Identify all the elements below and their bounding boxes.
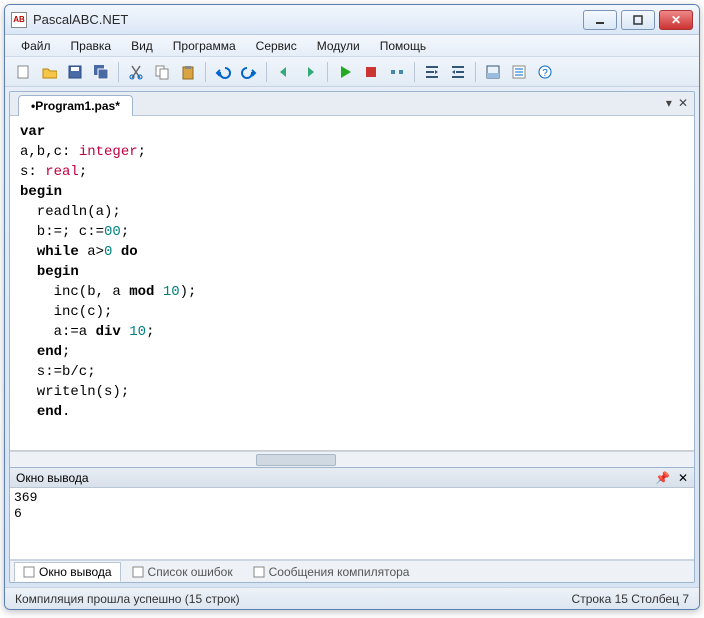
nav-back-button[interactable] xyxy=(272,60,296,84)
indent-left-button[interactable] xyxy=(420,60,444,84)
paste-button[interactable] xyxy=(176,60,200,84)
toolbar-separator xyxy=(475,62,476,82)
bottom-tabbar: Окно вывода Список ошибок Сообщения компил… xyxy=(10,560,694,582)
redo-icon xyxy=(241,64,257,80)
copy-icon xyxy=(154,64,170,80)
indent-right-button[interactable] xyxy=(446,60,470,84)
client-area: •Program1.pas* ▾ ✕ var a,b,c: integer; s… xyxy=(9,91,695,583)
nav-fwd-icon xyxy=(302,64,318,80)
toolbar-separator xyxy=(205,62,206,82)
save-icon xyxy=(67,64,83,80)
menu-помощь[interactable]: Помощь xyxy=(372,37,434,55)
tab-close-icon[interactable]: ✕ xyxy=(678,96,688,110)
minimize-button[interactable] xyxy=(583,10,617,30)
tab-icon xyxy=(23,566,35,578)
toolbar-separator xyxy=(118,62,119,82)
statusbar: Компиляция прошла успешно (15 строк) Стр… xyxy=(5,587,699,609)
undo-button[interactable] xyxy=(211,60,235,84)
close-button[interactable]: ✕ xyxy=(659,10,693,30)
menu-сервис[interactable]: Сервис xyxy=(248,37,305,55)
nav-back-icon xyxy=(276,64,292,80)
svg-text:?: ? xyxy=(542,68,548,79)
status-left: Компиляция прошла успешно (15 строк) xyxy=(15,592,240,606)
save-all-icon xyxy=(93,64,109,80)
new-file-button[interactable] xyxy=(11,60,35,84)
bottom-tab-сообщения-компилятора[interactable]: Сообщения компилятора xyxy=(244,562,419,582)
tab-dropdown-icon[interactable]: ▾ xyxy=(666,96,672,110)
stop-button[interactable] xyxy=(359,60,383,84)
tab-icon xyxy=(253,566,265,578)
menu-программа[interactable]: Программа xyxy=(165,37,244,55)
step-icon xyxy=(389,64,405,80)
run-button[interactable] xyxy=(333,60,357,84)
window-title: PascalABC.NET xyxy=(33,12,583,27)
editor-tabbar: •Program1.pas* ▾ ✕ xyxy=(10,92,694,116)
status-right: Строка 15 Столбец 7 xyxy=(572,592,689,606)
props-icon xyxy=(511,64,527,80)
indent-right-icon xyxy=(450,64,466,80)
redo-button[interactable] xyxy=(237,60,261,84)
nav-fwd-button[interactable] xyxy=(298,60,322,84)
horizontal-scrollbar[interactable] xyxy=(10,451,694,467)
toolbar: ? xyxy=(5,57,699,87)
toolbar-separator xyxy=(266,62,267,82)
tab-label: Список ошибок xyxy=(148,565,233,579)
toolbar-separator xyxy=(327,62,328,82)
pin-icon[interactable]: 📌 xyxy=(655,471,670,485)
output-body[interactable]: 369 6 xyxy=(10,488,694,560)
output-panel: Окно вывода 📌 ✕ 369 6 Окно вывода Список … xyxy=(10,467,694,582)
menubar: ФайлПравкаВидПрограммаСервисМодулиПомощь xyxy=(5,35,699,57)
output-header: Окно вывода 📌 ✕ xyxy=(10,468,694,488)
tab-label: Сообщения компилятора xyxy=(269,565,410,579)
menu-правка[interactable]: Правка xyxy=(63,37,120,55)
menu-вид[interactable]: Вид xyxy=(123,37,161,55)
new-file-icon xyxy=(15,64,31,80)
paste-icon xyxy=(180,64,196,80)
open-file-button[interactable] xyxy=(37,60,61,84)
output-title: Окно вывода xyxy=(16,471,655,485)
save-all-button[interactable] xyxy=(89,60,113,84)
save-button[interactable] xyxy=(63,60,87,84)
help-button[interactable]: ? xyxy=(533,60,557,84)
step-button[interactable] xyxy=(385,60,409,84)
bottom-tab-список-ошибок[interactable]: Список ошибок xyxy=(123,562,242,582)
toggle-panel-icon xyxy=(485,64,501,80)
props-button[interactable] xyxy=(507,60,531,84)
stop-icon xyxy=(363,64,379,80)
run-icon xyxy=(337,64,353,80)
toolbar-separator xyxy=(414,62,415,82)
bottom-tab-окно-вывода[interactable]: Окно вывода xyxy=(14,562,121,582)
app-icon: AB xyxy=(11,12,27,28)
toggle-panel-button[interactable] xyxy=(481,60,505,84)
titlebar: AB PascalABC.NET ✕ xyxy=(5,5,699,35)
code-editor[interactable]: var a,b,c: integer; s: real; begin readl… xyxy=(10,116,694,451)
maximize-button[interactable] xyxy=(621,10,655,30)
indent-left-icon xyxy=(424,64,440,80)
cut-button[interactable] xyxy=(124,60,148,84)
tab-label: Окно вывода xyxy=(39,565,112,579)
copy-button[interactable] xyxy=(150,60,174,84)
scrollbar-thumb[interactable] xyxy=(256,454,336,466)
undo-icon xyxy=(215,64,231,80)
menu-модули[interactable]: Модули xyxy=(309,37,368,55)
tab-program1[interactable]: •Program1.pas* xyxy=(18,95,133,116)
app-window: AB PascalABC.NET ✕ ФайлПравкаВидПрограмм… xyxy=(4,4,700,610)
cut-icon xyxy=(128,64,144,80)
output-close-icon[interactable]: ✕ xyxy=(678,471,688,485)
open-file-icon xyxy=(41,64,57,80)
help-icon: ? xyxy=(537,64,553,80)
tab-icon xyxy=(132,566,144,578)
menu-файл[interactable]: Файл xyxy=(13,37,59,55)
